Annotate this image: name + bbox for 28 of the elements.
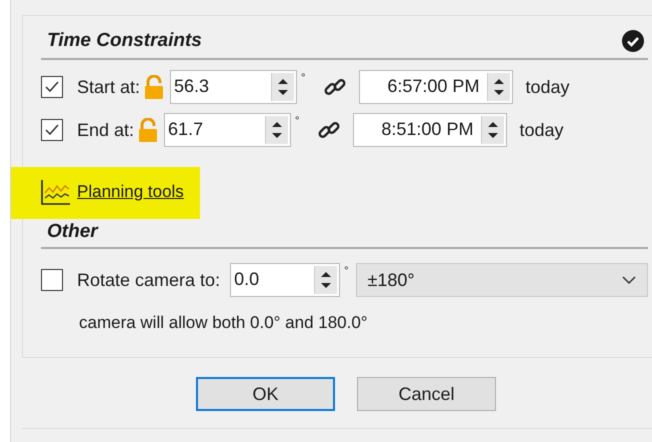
checkbox[interactable] <box>41 76 63 98</box>
angle-input[interactable]: 56.3 <box>170 70 298 104</box>
field-label: End at: <box>77 120 134 140</box>
checkbox[interactable] <box>41 269 63 291</box>
field-label: Rotate camera to: <box>77 270 220 290</box>
check-circle-icon <box>622 30 644 52</box>
section-title: Other <box>46 221 98 243</box>
cancel-button[interactable]: Cancel <box>357 377 496 411</box>
time-input[interactable]: 6:57:00 PM <box>359 70 514 104</box>
section-title: Time Constraints <box>46 30 202 52</box>
degree-sign: ° <box>344 265 348 277</box>
degree-sign: ° <box>301 72 306 84</box>
check-icon <box>44 122 60 138</box>
field-label: Start at: <box>77 76 140 98</box>
chevron-down-icon[interactable] <box>621 275 637 285</box>
day-label: today <box>525 76 570 98</box>
angle-input[interactable]: 0.0 <box>230 263 340 297</box>
check-icon <box>44 79 60 95</box>
range-dropdown[interactable]: ±180° <box>356 263 648 297</box>
chart-icon <box>41 179 71 205</box>
checkbox[interactable] <box>41 119 63 141</box>
degree-sign: ° <box>295 115 300 127</box>
angle-input[interactable]: 61.7 <box>164 113 292 147</box>
day-label: today <box>519 120 564 140</box>
rotation-note: camera will allow both 0.0° and 180.0° <box>79 313 369 333</box>
planning-tools-link[interactable]: Planning tools <box>11 167 200 219</box>
time-input[interactable]: 8:51:00 PM <box>353 113 508 147</box>
ok-button[interactable]: OK <box>196 377 335 411</box>
